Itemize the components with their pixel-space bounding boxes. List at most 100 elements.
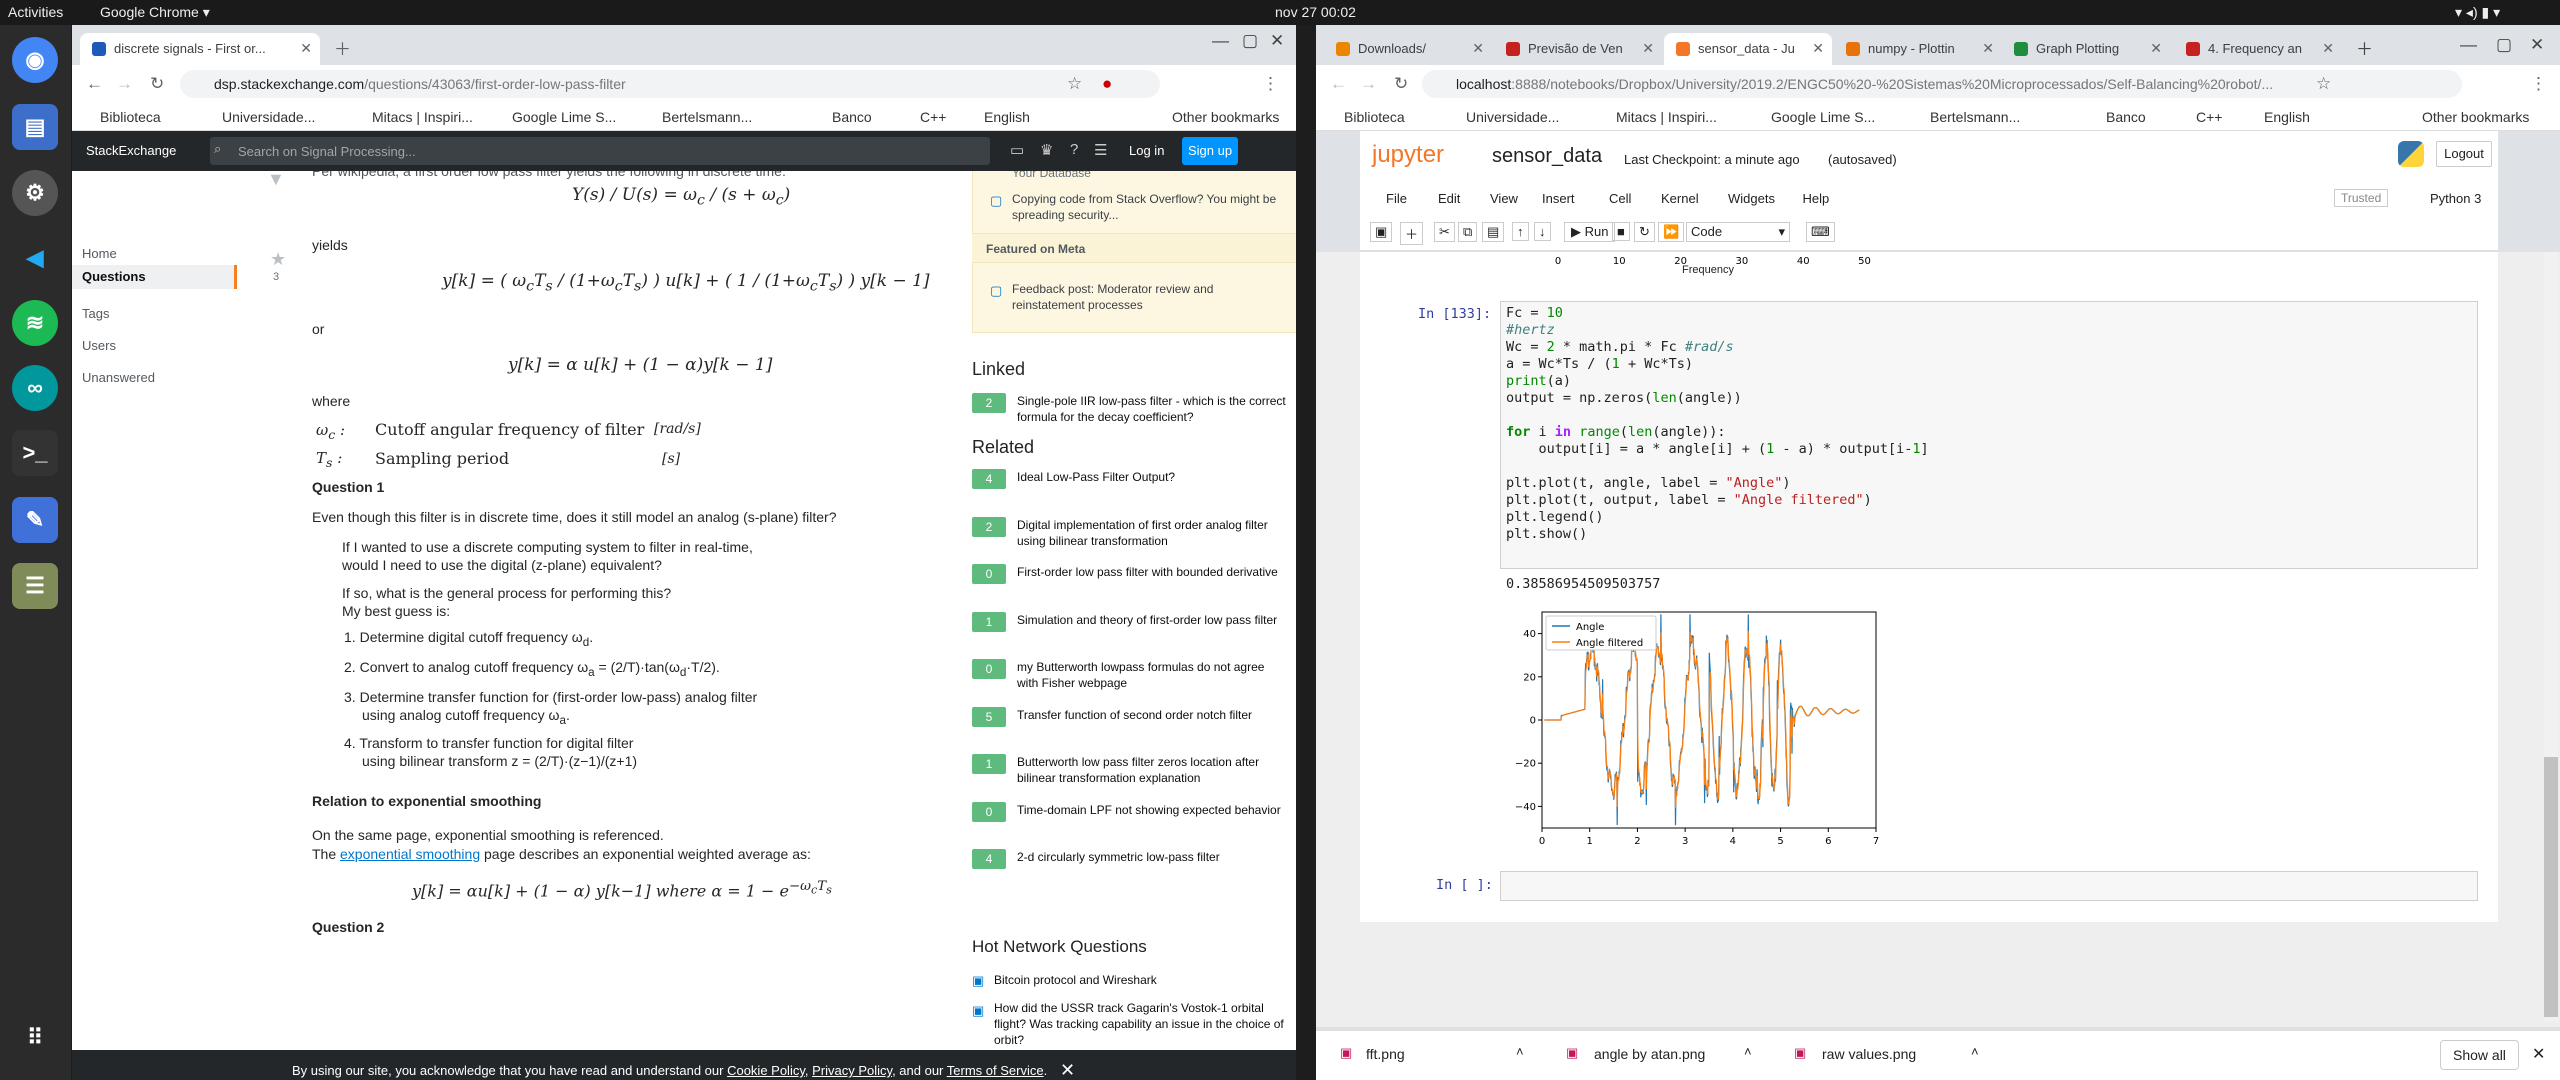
search-input[interactable]: Search on Signal Processing...	[210, 137, 990, 165]
menu-icon[interactable]: ⋮	[2530, 74, 2547, 94]
forward-icon[interactable]: →	[1360, 74, 1377, 94]
nav-unanswered[interactable]: Unanswered	[82, 370, 155, 385]
site-switcher-icon[interactable]: ☰	[1094, 141, 1107, 159]
files-icon[interactable]: ▤	[12, 104, 58, 150]
keyboard-icon[interactable]: ⌨	[1806, 222, 1835, 242]
clock[interactable]: nov 27 00:02	[1275, 4, 1356, 20]
empty-code-cell[interactable]	[1500, 871, 2478, 901]
bookmark-item[interactable]: Google Lime S...	[512, 109, 616, 125]
help-icon[interactable]: ?	[1070, 141, 1078, 158]
restart-icon[interactable]: ↻	[1634, 222, 1655, 242]
bookmark-item[interactable]: English	[984, 109, 1030, 125]
chevron-up-icon[interactable]: ˄	[1516, 1044, 1524, 1059]
app-menu[interactable]: Google Chrome ▾	[100, 4, 210, 21]
show-all-button[interactable]: Show all	[2440, 1040, 2519, 1070]
copy-icon[interactable]: ⧉	[1458, 222, 1478, 242]
related-score-badge[interactable]: 1	[972, 611, 1006, 632]
close-icon[interactable]: ✕	[2150, 40, 2162, 57]
related-score-badge[interactable]: 4	[972, 469, 1006, 489]
window-close-icon[interactable]: ✕	[2530, 35, 2544, 55]
vscode-icon[interactable]: ◀	[12, 235, 58, 281]
related-score-badge[interactable]: 0	[972, 659, 1006, 679]
menu-help[interactable]: Help	[1803, 191, 1830, 206]
terms-link[interactable]: Terms of Service	[947, 1063, 1044, 1078]
related-question[interactable]: Ideal Low-Pass Filter Output?	[1017, 469, 1287, 485]
chevron-up-icon[interactable]: ˄	[1744, 1044, 1752, 1059]
bookmark-item[interactable]: Mitacs | Inspiri...	[1616, 109, 1717, 125]
related-question[interactable]: Simulation and theory of first-order low…	[1017, 612, 1287, 628]
save-icon[interactable]: ▣	[1370, 222, 1393, 242]
sidebar-meta-item[interactable]: Feedback post: Moderator review and rein…	[1012, 281, 1282, 313]
extension-icon[interactable]: ●	[1102, 74, 1112, 94]
hot-question[interactable]: How did the USSR track Gagarin's Vostok-…	[994, 1000, 1294, 1048]
exponential-smoothing-link[interactable]: exponential smoothing	[340, 846, 480, 862]
close-icon[interactable]: ✕	[1472, 40, 1484, 57]
nav-users[interactable]: Users	[82, 338, 116, 353]
trophy-icon[interactable]: ♛	[1040, 141, 1053, 159]
run-button[interactable]: ▶ Run	[1564, 222, 1616, 242]
bookmark-item[interactable]: Banco	[2106, 109, 2146, 125]
settings-icon[interactable]: ⚙	[12, 170, 58, 216]
bookmark-item[interactable]: Universidade...	[1466, 109, 1559, 125]
spotify-icon[interactable]: ≋	[12, 300, 58, 346]
address-bar[interactable]: dsp.stackexchange.com/questions/43063/fi…	[180, 70, 1160, 98]
stop-icon[interactable]: ■	[1612, 222, 1630, 241]
maximize-icon[interactable]: ▢	[1242, 31, 1258, 51]
related-score-badge[interactable]: 2	[972, 516, 1006, 537]
close-icon[interactable]: ✕	[2532, 1044, 2545, 1064]
close-icon[interactable]: ✕	[1812, 40, 1824, 57]
jupyter-logo[interactable]: jupyter	[1372, 141, 1444, 169]
paste-icon[interactable]: ▤	[1482, 222, 1505, 242]
minimize-icon[interactable]: —	[2460, 35, 2477, 55]
cell-type-select[interactable]: Code ▾	[1686, 222, 1790, 242]
bookmark-star-icon[interactable]: ☆	[1067, 74, 1082, 94]
code-text[interactable]: Fc = 10 #hertz Wc = 2 * math.pi * Fc #ra…	[1506, 305, 1929, 543]
nav-questions[interactable]: Questions	[82, 269, 146, 284]
forward-icon[interactable]: →	[116, 74, 133, 94]
move-up-icon[interactable]: ↑	[1512, 222, 1529, 241]
inbox-icon[interactable]: ▭	[1010, 141, 1024, 159]
bookmark-item[interactable]: Universidade...	[222, 109, 315, 125]
related-score-badge[interactable]: 4	[972, 849, 1006, 869]
reload-icon[interactable]: ↻	[150, 74, 164, 94]
browser-tab[interactable]: numpy - Plottin ✕	[1834, 33, 2002, 65]
scrollbar[interactable]	[2544, 252, 2558, 1022]
menu-view[interactable]: View	[1490, 191, 1518, 206]
related-score-badge[interactable]: 0	[972, 801, 1006, 822]
related-score-badge[interactable]: 5	[972, 706, 1006, 727]
scrollbar-thumb[interactable]	[2544, 757, 2558, 1017]
linked-question[interactable]: Single-pole IIR low-pass filter - which …	[1017, 393, 1287, 425]
download-item[interactable]: raw values.png	[1822, 1046, 1916, 1062]
menu-insert[interactable]: Insert	[1542, 191, 1575, 206]
bookmark-item[interactable]: Google Lime S...	[1771, 109, 1875, 125]
other-bookmarks[interactable]: Other bookmarks	[2422, 109, 2529, 125]
new-tab-icon[interactable]: ＋	[334, 35, 351, 60]
close-icon[interactable]: ✕	[300, 40, 312, 57]
linked-score-badge[interactable]: 2	[972, 393, 1006, 413]
menu-edit[interactable]: Edit	[1438, 191, 1460, 206]
back-icon[interactable]: ←	[1330, 74, 1347, 94]
related-question[interactable]: Time-domain LPF not showing expected beh…	[1017, 802, 1287, 818]
insert-cell-icon[interactable]: ＋	[1400, 222, 1424, 245]
bookmark-item[interactable]: C++	[2196, 109, 2222, 125]
new-tab-icon[interactable]: ＋	[2356, 35, 2373, 60]
download-item[interactable]: angle by atan.png	[1594, 1046, 1705, 1062]
related-question[interactable]: Transfer function of second order notch …	[1017, 707, 1287, 723]
related-question[interactable]: 2-d circularly symmetric low-pass filter	[1017, 849, 1287, 865]
privacy-policy-link[interactable]: Privacy Policy	[812, 1063, 892, 1078]
bookmark-item[interactable]: Mitacs | Inspiri...	[372, 109, 473, 125]
reload-icon[interactable]: ↻	[1394, 74, 1408, 94]
signup-button[interactable]: Sign up	[1182, 137, 1238, 165]
bookmark-item[interactable]: Biblioteca	[100, 109, 161, 125]
menu-kernel[interactable]: Kernel	[1661, 191, 1699, 206]
bookmark-item[interactable]: Biblioteca	[1344, 109, 1405, 125]
apps-grid-icon[interactable]: ⠿	[12, 1015, 58, 1061]
window-close-icon[interactable]: ✕	[1270, 31, 1284, 51]
close-icon[interactable]: ✕	[2322, 40, 2334, 57]
browser-tab[interactable]: 4. Frequency an ✕	[2174, 33, 2342, 65]
maximize-icon[interactable]: ▢	[2496, 35, 2512, 55]
other-bookmarks[interactable]: Other bookmarks	[1172, 109, 1279, 125]
nav-home[interactable]: Home	[82, 246, 117, 261]
nav-tags[interactable]: Tags	[82, 306, 109, 321]
chevron-up-icon[interactable]: ˄	[1971, 1044, 1979, 1059]
